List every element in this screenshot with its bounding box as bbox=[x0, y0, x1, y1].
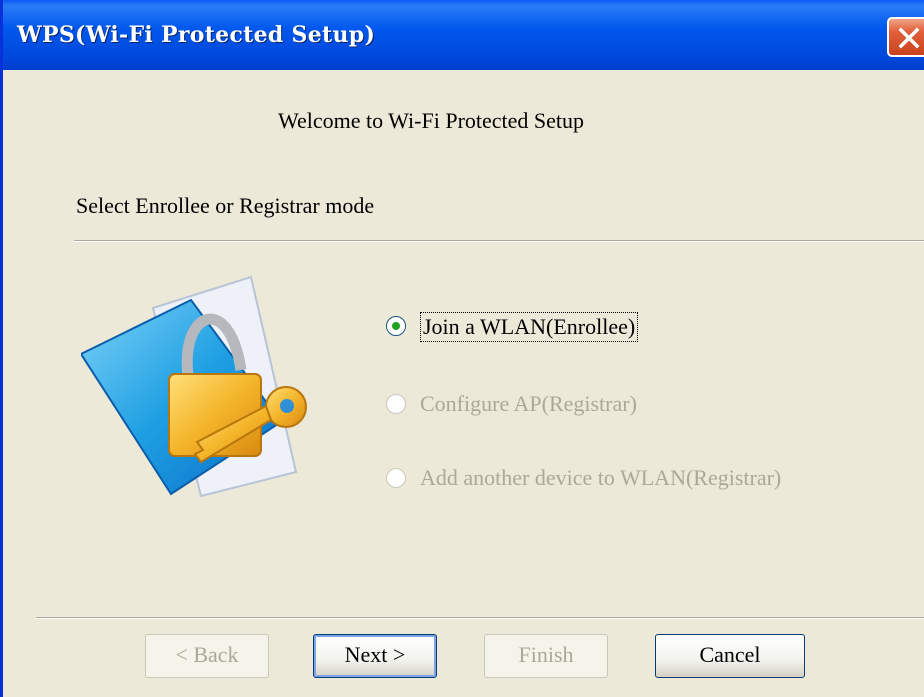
next-button[interactable]: Next > bbox=[313, 634, 437, 678]
add-device-radio bbox=[386, 468, 406, 488]
close-button[interactable] bbox=[887, 17, 924, 57]
configure-ap-radio bbox=[386, 394, 406, 414]
configure-ap-label: Configure AP(Registrar) bbox=[420, 391, 637, 416]
title-bar[interactable]: WPS(Wi-Fi Protected Setup) bbox=[3, 0, 924, 70]
wps-dialog: WPS(Wi-Fi Protected Setup) Welcome to Wi… bbox=[0, 0, 924, 697]
footer-divider bbox=[36, 617, 924, 619]
add-device-label: Add another device to WLAN(Registrar) bbox=[420, 465, 782, 490]
window-title: WPS(Wi-Fi Protected Setup) bbox=[17, 22, 376, 48]
cancel-button[interactable]: Cancel bbox=[655, 634, 805, 678]
finish-button: Finish bbox=[484, 634, 608, 678]
join-wlan-radio[interactable] bbox=[386, 316, 406, 336]
welcome-heading: Welcome to Wi-Fi Protected Setup bbox=[277, 108, 585, 133]
back-button: < Back bbox=[145, 634, 269, 678]
header-divider bbox=[74, 240, 924, 242]
mode-subtitle: Select Enrollee or Registrar mode bbox=[76, 193, 375, 218]
folder-lock-key-icon bbox=[81, 275, 307, 498]
join-wlan-label[interactable]: Join a WLAN(Enrollee) bbox=[420, 312, 639, 342]
close-icon bbox=[898, 27, 920, 49]
